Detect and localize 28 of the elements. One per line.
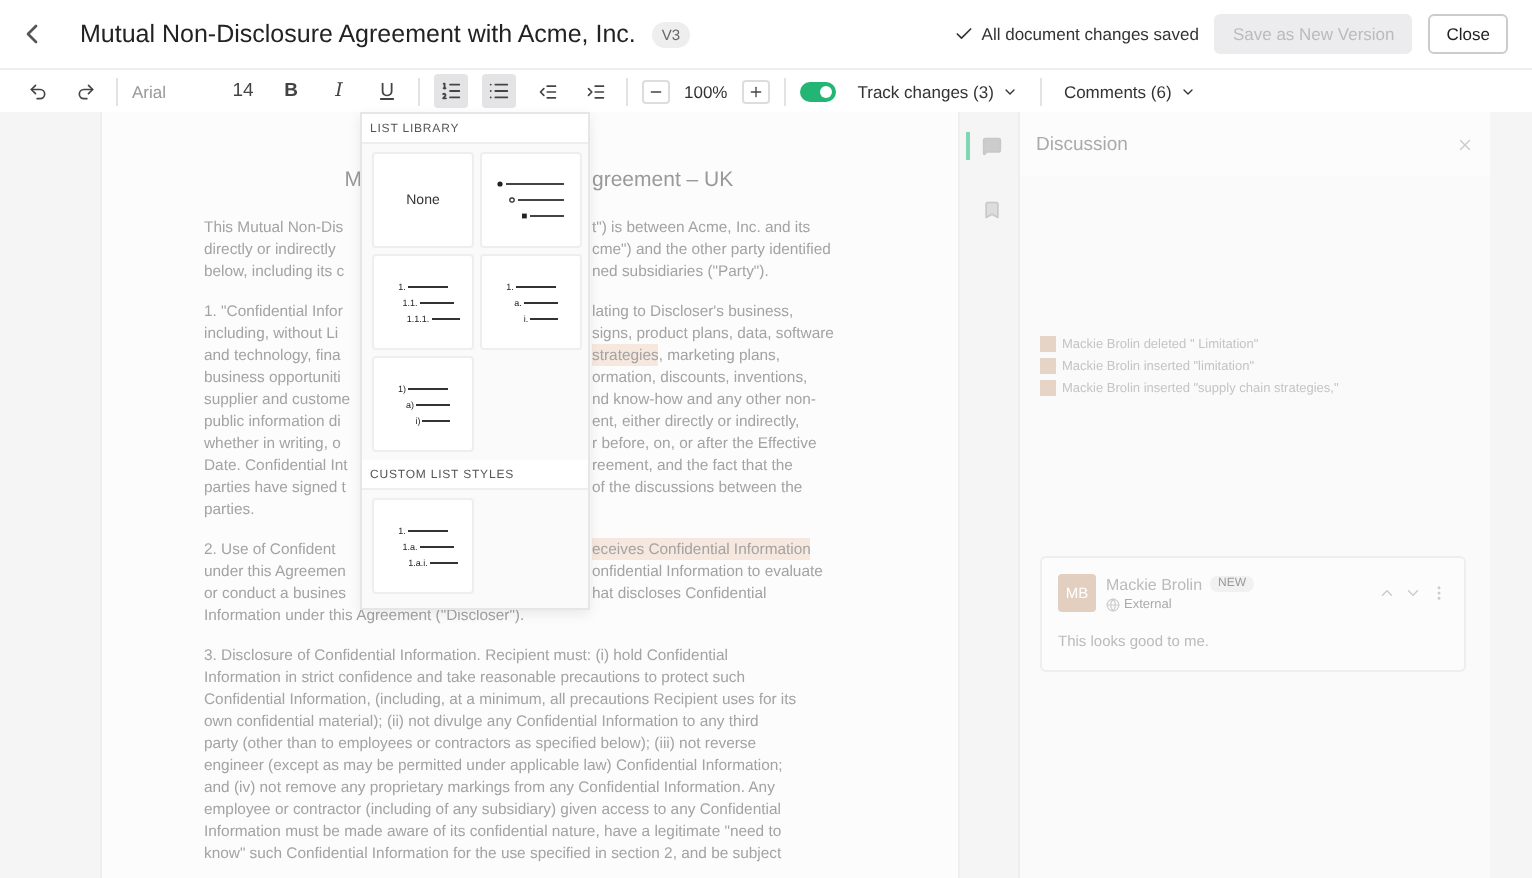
heading-fragment: greement – UK <box>592 168 734 192</box>
zoom-level: 100% <box>684 81 728 101</box>
comment-icon <box>981 136 1001 156</box>
bullet-list-option[interactable] <box>480 152 582 248</box>
document-title: Mutual Non-Disclosure Agreement with Acme, Inc. <box>80 20 636 48</box>
bullet-list-icon <box>495 178 567 222</box>
bullet-list-icon[interactable] <box>482 74 516 108</box>
check-icon <box>953 24 974 44</box>
zoom-in-icon[interactable] <box>741 79 770 103</box>
bold-button[interactable]: B <box>274 74 308 108</box>
heading-fragment: M <box>342 168 362 192</box>
track-changes-toggle[interactable] <box>799 81 836 101</box>
change-marker <box>1040 358 1056 374</box>
italic-button[interactable]: I <box>322 74 356 108</box>
save-status: All document changes saved <box>981 24 1199 44</box>
close-button[interactable]: Close <box>1428 14 1508 54</box>
author-name: Mackie Brolin <box>1106 575 1203 593</box>
zoom-out-icon[interactable] <box>642 79 670 103</box>
bookmark-icon <box>981 200 1001 220</box>
change-marker <box>1040 380 1056 396</box>
track-changes-dropdown[interactable]: Track changes (3) <box>849 81 1026 101</box>
font-size-select[interactable]: 14 <box>226 74 260 108</box>
comments-dropdown[interactable]: Comments (6) <box>1055 81 1204 101</box>
underline-button[interactable]: U <box>370 74 404 108</box>
globe-icon <box>1106 597 1120 611</box>
numbered-list-icon[interactable] <box>434 74 468 108</box>
panel-title: Discussion <box>1036 133 1128 155</box>
change-marker <box>1040 336 1056 352</box>
